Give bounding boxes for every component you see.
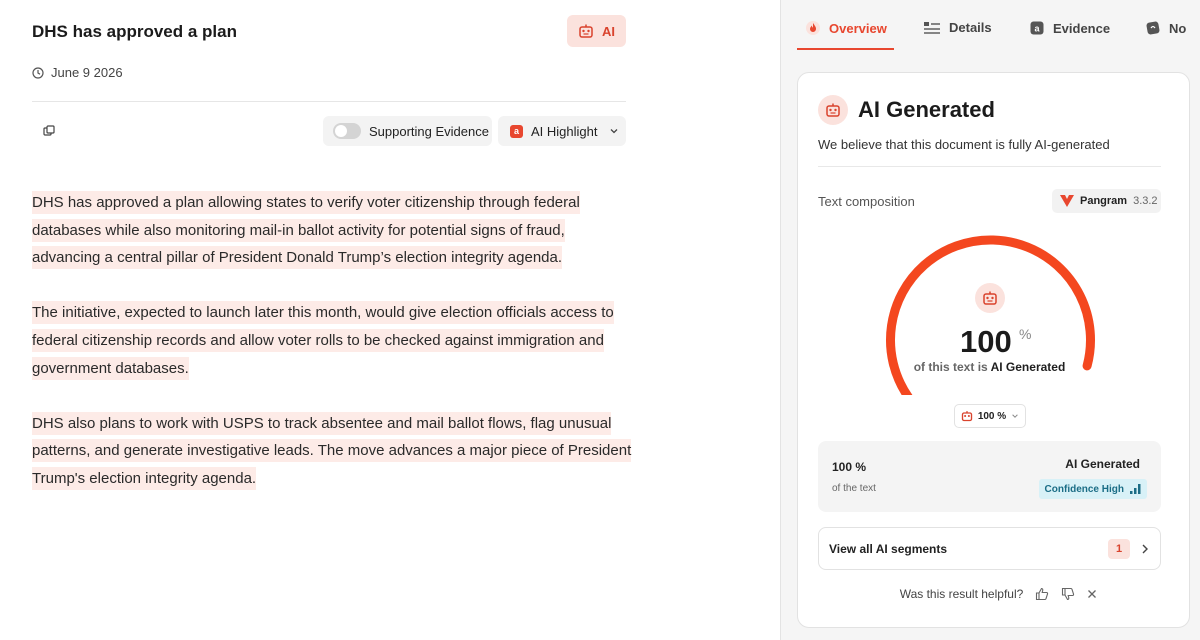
divider — [818, 166, 1161, 167]
copy-button[interactable] — [40, 122, 58, 140]
ai-highlighted-text[interactable]: The initiative, expected to launch later… — [32, 301, 614, 380]
ai-highlight-label: AI Highlight — [531, 123, 598, 139]
robot-icon — [818, 95, 848, 125]
model-name: Pangram — [1080, 195, 1128, 207]
ai-chip-label: AI — [602, 23, 615, 39]
tab-overview[interactable]: Overview — [805, 20, 887, 36]
model-version: 3.3.2 — [1133, 195, 1158, 207]
tab-label: Overview — [829, 20, 887, 36]
paragraph: DHS also plans to work with USPS to trac… — [32, 410, 632, 493]
percent-dropdown[interactable]: 100 % — [954, 404, 1026, 428]
tab-label: No — [1169, 20, 1187, 36]
text-composition-label: Text composition — [818, 194, 915, 209]
thumbs-down-button[interactable] — [1061, 587, 1075, 601]
notes-icon — [1146, 21, 1160, 35]
percent-dropdown-value: 100 % — [977, 410, 1007, 422]
tab-evidence[interactable]: a Evidence — [1029, 20, 1110, 36]
tab-label: Details — [949, 20, 992, 35]
chevron-down-icon — [1012, 414, 1018, 418]
segments-count-badge: 1 — [1108, 538, 1130, 559]
pangram-badge-icon: a — [510, 124, 523, 138]
thumbs-down-icon — [1062, 587, 1075, 601]
supporting-evidence-label: Supporting Evidence — [369, 123, 489, 139]
ai-highlighted-text[interactable]: DHS has approved a plan allowing states … — [32, 191, 580, 270]
gauge-value: 100 — [960, 324, 1012, 359]
pangram-logo-icon — [1060, 195, 1074, 207]
feedback-row: Was this result helpful? — [798, 587, 1191, 601]
robot-icon — [961, 411, 972, 422]
document-body: DHS has approved a plan allowing states … — [32, 189, 632, 520]
helpful-question: Was this result helpful? — [899, 587, 1024, 601]
date-text: June 9 2026 — [51, 65, 123, 80]
document-pane: DHS has approved a plan AI June 9 2026 S… — [0, 0, 780, 640]
card-subtitle: We believe that this document is fully A… — [818, 137, 1110, 152]
stat-summary: 100 % of the text AI Generated Confidenc… — [818, 441, 1161, 512]
robot-icon — [975, 283, 1005, 313]
document-title: DHS has approved a plan — [32, 22, 237, 41]
thumbs-up-icon — [1036, 587, 1049, 601]
chevron-right-icon — [1142, 544, 1148, 553]
chevron-down-icon — [611, 129, 618, 134]
confidence-label: Confidence High — [1044, 483, 1124, 495]
paragraph: DHS has approved a plan allowing states … — [32, 189, 632, 272]
ai-highlighted-text[interactable]: DHS also plans to work with USPS to trac… — [32, 411, 632, 490]
gauge-unit: % — [1019, 326, 1032, 342]
confidence-badge: Confidence High — [1038, 479, 1147, 499]
toggle-switch[interactable] — [333, 123, 361, 139]
stat-of-text: of the text — [832, 483, 876, 494]
list-icon — [924, 21, 940, 34]
gauge-caption-accent: AI Generated — [990, 360, 1066, 374]
active-tab-indicator — [797, 48, 894, 50]
copy-icon — [43, 125, 55, 136]
model-badge: Pangram 3.3.2 — [1052, 189, 1161, 213]
tab-details[interactable]: Details — [923, 20, 992, 35]
paragraph: The initiative, expected to launch later… — [32, 299, 632, 382]
stat-label: AI Generated — [1065, 457, 1140, 471]
flame-icon — [806, 21, 820, 35]
gauge-caption: of this text is AI Generated — [798, 360, 1181, 374]
tab-label: Evidence — [1053, 20, 1111, 36]
signal-bars-icon — [1130, 484, 1141, 494]
view-ai-segments-button[interactable]: View all AI segments 1 — [818, 527, 1161, 570]
card-header: AI Generated — [818, 95, 995, 125]
close-icon — [1088, 590, 1097, 598]
view-ai-segments-label: View all AI segments — [829, 541, 948, 556]
card-title: AI Generated — [858, 97, 995, 122]
thumbs-up-button[interactable] — [1035, 587, 1049, 601]
supporting-evidence-toggle[interactable]: Supporting Evidence — [323, 116, 492, 146]
ai-highlight-dropdown[interactable]: a AI Highlight — [498, 116, 626, 146]
divider — [32, 101, 626, 102]
tab-notes[interactable]: No — [1145, 20, 1186, 36]
stat-value: 100 % — [832, 460, 867, 474]
evidence-icon: a — [1030, 21, 1044, 35]
robot-icon — [579, 24, 593, 38]
document-date: June 9 2026 — [32, 65, 123, 80]
clock-icon — [32, 66, 44, 79]
results-panel: Overview Details a Evidence No AI Genera… — [780, 0, 1200, 640]
gauge-caption-prefix: of this text is — [913, 360, 988, 374]
ai-chip[interactable]: AI — [567, 15, 626, 47]
dismiss-button[interactable] — [1087, 589, 1097, 599]
overview-card: AI Generated We believe that this docume… — [797, 72, 1190, 628]
